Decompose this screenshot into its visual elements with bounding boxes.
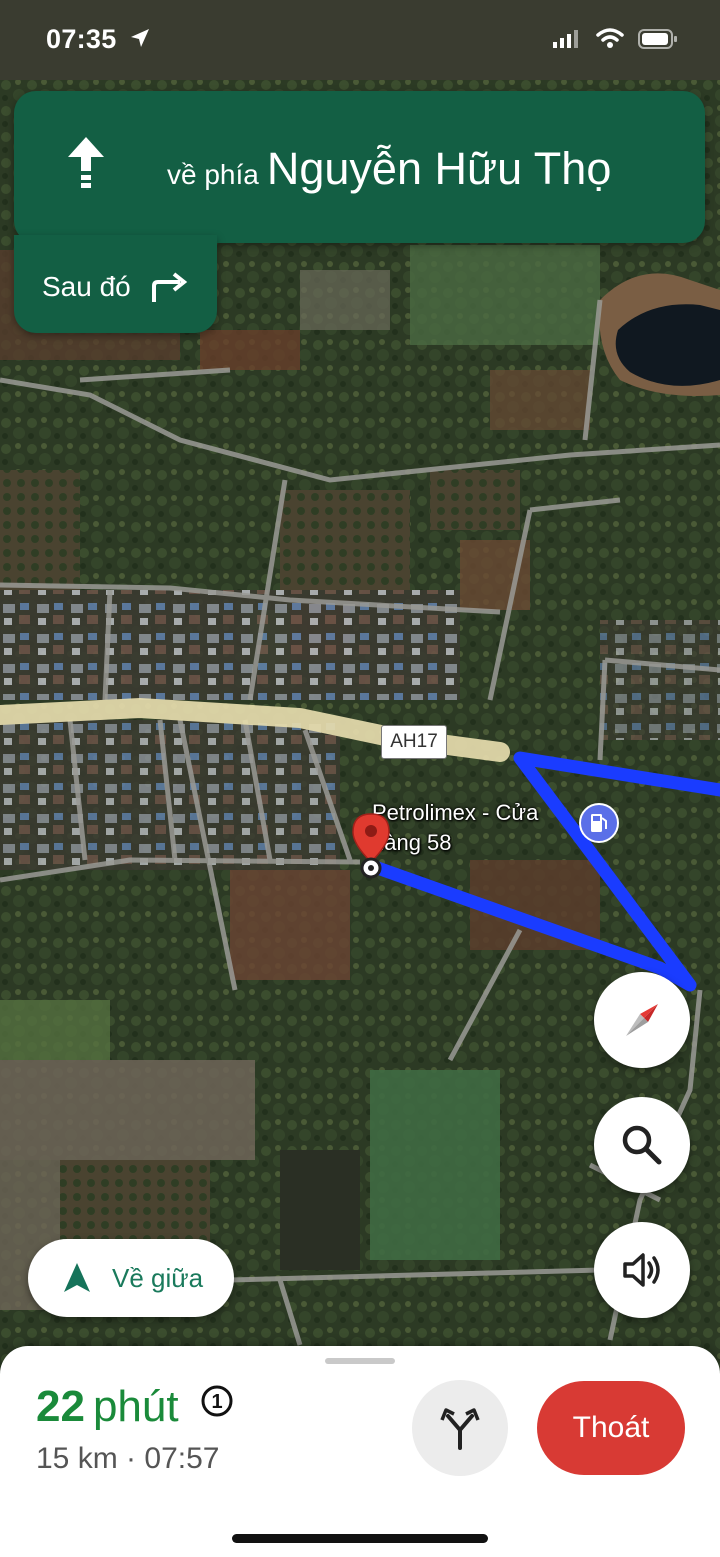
home-indicator[interactable]: [232, 1534, 488, 1543]
navigation-arrow-icon: [64, 1263, 90, 1292]
cellular-signal-icon: [553, 30, 578, 48]
poi-label[interactable]: Petrolimex - Cửa hàng 58: [372, 798, 572, 858]
exit-navigation-button[interactable]: Thoát: [537, 1381, 685, 1475]
poi-name-line2: hàng 58: [372, 830, 452, 855]
status-time: 07:35: [46, 24, 117, 54]
instruction-street: Nguyễn Hữu Thọ: [266, 143, 612, 194]
stops-badge-number: 1: [211, 1391, 222, 1413]
trip-summary-sheet[interactable]: 22 phút 1 15 km · 07:57 Thoát: [0, 1346, 720, 1557]
instruction-prefix: về phía: [167, 159, 259, 190]
eta-row: 22 phút 1: [36, 1382, 235, 1432]
speaker-icon: [623, 1253, 660, 1287]
eta-unit: phút: [92, 1382, 179, 1431]
wifi-icon: [596, 28, 624, 48]
navigation-instruction-card[interactable]: về phía Nguyễn Hữu Thọ: [14, 91, 705, 243]
recenter-label: Về giữa: [112, 1263, 204, 1293]
search-icon: [622, 1125, 662, 1165]
sound-button[interactable]: [594, 1222, 690, 1318]
eta-value: 22: [36, 1382, 85, 1431]
road-label-ah17: AH17: [381, 725, 447, 759]
trip-arrival-time: 07:57: [144, 1442, 220, 1475]
recenter-button[interactable]: Về giữa: [28, 1239, 234, 1317]
alternate-routes-icon: [440, 1408, 480, 1450]
trip-separator: ·: [126, 1442, 137, 1475]
gas-pump-glyph: [591, 814, 607, 832]
then-step-card[interactable]: Sau đó: [14, 235, 217, 333]
trip-distance: 15 km: [36, 1442, 118, 1475]
poi-name-line1: Petrolimex - Cửa: [372, 800, 539, 825]
instruction-text: về phía Nguyễn Hữu Thọ: [167, 143, 611, 195]
compass-button[interactable]: [594, 972, 690, 1068]
then-label: Sau đó: [42, 271, 131, 302]
compass-icon: [626, 1004, 658, 1036]
stops-badge-icon: 1: [199, 1383, 235, 1424]
destination-pin-icon[interactable]: [350, 812, 392, 882]
status-bar: 07:35: [0, 0, 720, 80]
location-arrow-icon: [131, 29, 149, 47]
straight-arrow-icon: [68, 137, 104, 188]
sheet-drag-handle[interactable]: [325, 1358, 395, 1364]
battery-icon: [638, 29, 677, 49]
search-button[interactable]: [594, 1097, 690, 1193]
alternate-routes-button[interactable]: [412, 1380, 508, 1476]
trip-details: 15 km · 07:57: [36, 1442, 219, 1476]
gas-station-icon[interactable]: [579, 803, 619, 843]
turn-right-icon: [152, 272, 188, 302]
